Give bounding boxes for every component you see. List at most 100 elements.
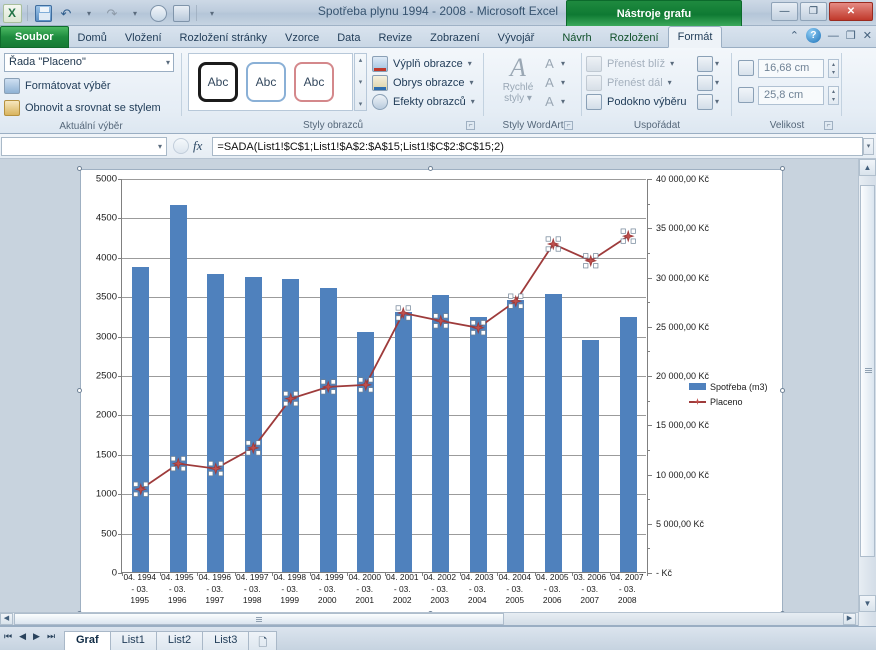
insert-function-icon[interactable]: fx <box>193 138 206 154</box>
bring-forward-button[interactable]: Přenést blíž ▾ <box>586 54 687 73</box>
scroll-right-icon[interactable]: ▶ <box>843 613 856 625</box>
group-button[interactable]: ▾ <box>697 73 719 92</box>
new-sheet-icon[interactable]: 🗋 <box>248 631 278 650</box>
chevron-down-icon[interactable]: ▾ <box>715 78 719 87</box>
legend-item-placeno[interactable]: Placeno <box>689 394 768 409</box>
more-styles-icon[interactable]: ▾ <box>359 100 363 108</box>
shape-styles-gallery[interactable]: Abc Abc Abc <box>188 53 353 111</box>
name-box[interactable]: ▾ <box>1 136 167 156</box>
resize-handle-w[interactable] <box>77 388 82 393</box>
chart-element-selector[interactable]: Řada "Placeno" ▾ <box>4 53 174 72</box>
shape-outline-button[interactable]: Obrys obrazce ▾ <box>372 73 475 92</box>
scroll-down-icon[interactable]: ▾ <box>359 78 363 86</box>
window-close-icon[interactable]: ✕ <box>863 29 872 42</box>
scroll-up-icon[interactable]: ▲ <box>859 159 876 176</box>
chart-line-series[interactable] <box>122 179 647 573</box>
wordart-dialog-launcher[interactable]: ⌐ <box>564 121 573 130</box>
legend-item-spotreba[interactable]: Spotřeba (m3) <box>689 379 768 394</box>
chevron-down-icon[interactable]: ▾ <box>561 97 565 106</box>
resize-handle-n[interactable] <box>428 166 433 171</box>
send-backward-button[interactable]: Přenést dál ▾ <box>586 73 687 92</box>
sheet-tab-list2[interactable]: List2 <box>155 631 204 650</box>
tab-soubor[interactable]: Soubor <box>0 26 69 48</box>
vertical-scroll-thumb[interactable] <box>860 185 875 557</box>
chevron-down-icon[interactable]: ▾ <box>468 59 472 68</box>
shape-height-stepper[interactable]: ▴ ▾ <box>828 58 839 78</box>
wordart-quick-styles-button[interactable]: A Rychlé styly ▾ <box>497 54 539 105</box>
vertical-scrollbar[interactable]: ▲ ▼ <box>858 159 876 626</box>
tab-rozlozeni[interactable]: Rozložení <box>601 27 668 48</box>
chevron-down-icon[interactable]: ▾ <box>471 97 475 106</box>
shape-fill-button[interactable]: Výplň obrazce ▾ <box>372 54 475 73</box>
resize-handle-nw[interactable] <box>77 166 82 171</box>
chevron-down-icon[interactable]: ▾ <box>470 78 474 87</box>
shape-effects-button[interactable]: Efekty obrazců ▾ <box>372 92 475 111</box>
minimize-ribbon-icon[interactable]: ⌃ <box>790 29 799 42</box>
last-sheet-icon[interactable]: ⏭ <box>47 631 55 642</box>
minimize-button[interactable]: — <box>771 2 798 21</box>
tab-zobrazeni[interactable]: Zobrazení <box>421 27 489 48</box>
shape-height-input[interactable]: 16,68 cm <box>758 58 824 78</box>
chevron-down-icon[interactable]: ▾ <box>561 59 565 68</box>
shape-styles-scroll[interactable]: ▴ ▾ ▾ <box>354 53 367 111</box>
spin-down-icon[interactable]: ▾ <box>832 96 835 103</box>
close-button[interactable]: ✕ <box>829 2 873 21</box>
shape-style-preview-2[interactable]: Abc <box>246 62 286 102</box>
spin-up-icon[interactable]: ▴ <box>832 61 835 68</box>
text-effects-button[interactable]: A ▾ <box>541 92 565 111</box>
scroll-up-icon[interactable]: ▴ <box>359 56 363 64</box>
tab-navrh[interactable]: Návrh <box>553 27 600 48</box>
text-outline-button[interactable]: A ▾ <box>541 73 565 92</box>
spin-down-icon[interactable]: ▾ <box>832 69 835 76</box>
window-restore-icon[interactable]: ❐ <box>846 29 856 42</box>
resize-handle-e[interactable] <box>780 388 785 393</box>
shape-width-input[interactable]: 25,8 cm <box>758 85 824 105</box>
help-icon[interactable]: ? <box>805 28 821 43</box>
tab-data[interactable]: Data <box>328 27 369 48</box>
sheet-tab-list1[interactable]: List1 <box>109 631 157 650</box>
size-dialog-launcher[interactable]: ⌐ <box>824 121 833 130</box>
align-button[interactable]: ▾ <box>697 54 719 73</box>
chart-legend[interactable]: Spotřeba (m3) Placeno <box>689 379 768 409</box>
spin-up-icon[interactable]: ▴ <box>832 88 835 95</box>
horizontal-scrollbar[interactable]: ◀ ▶ <box>0 612 876 625</box>
shape-style-preview-3[interactable]: Abc <box>294 62 334 102</box>
selection-pane-button[interactable]: Podokno výběru <box>586 92 687 111</box>
text-fill-button[interactable]: A ▾ <box>541 54 565 73</box>
scroll-left-icon[interactable]: ◀ <box>0 613 13 625</box>
formula-input[interactable]: =SADA(List1!$C$1;List1!$A$2:$A$15;List1!… <box>212 136 863 156</box>
chevron-down-icon[interactable]: ▾ <box>158 142 162 151</box>
tab-rozlozeni-stranky[interactable]: Rozložení stránky <box>171 27 276 48</box>
first-sheet-icon[interactable]: ⏮ <box>4 631 12 642</box>
tab-format[interactable]: Formát <box>667 26 723 48</box>
horizontal-scroll-thumb[interactable] <box>14 613 504 625</box>
chevron-down-icon[interactable]: ▾ <box>715 97 719 106</box>
reset-to-match-style-button[interactable]: Obnovit a srovnat se stylem <box>4 98 161 118</box>
scroll-down-icon[interactable]: ▼ <box>859 595 876 612</box>
next-sheet-icon[interactable]: ▶ <box>33 631 40 642</box>
shape-styles-dialog-launcher[interactable]: ⌐ <box>466 121 475 130</box>
sheet-tab-graf[interactable]: Graf <box>64 631 111 650</box>
format-selection-button[interactable]: Formátovat výběr <box>4 76 111 96</box>
tab-revize[interactable]: Revize <box>369 27 421 48</box>
tab-vzorce[interactable]: Vzorce <box>276 27 328 48</box>
shape-width-stepper[interactable]: ▴ ▾ <box>828 85 839 105</box>
resize-handle-ne[interactable] <box>780 166 785 171</box>
worksheet-canvas[interactable]: 0 500 1000 1500 2000 2500 3000 3500 4000 4500 5000… <box>0 159 858 616</box>
chevron-down-icon[interactable]: ▾ <box>715 59 719 68</box>
tab-domu[interactable]: Domů <box>69 27 116 48</box>
shape-style-preview-1[interactable]: Abc <box>198 62 238 102</box>
restore-button[interactable]: ❐ <box>800 2 827 21</box>
tab-vyvojar[interactable]: Vývojář <box>489 27 544 48</box>
chevron-down-icon[interactable]: ▾ <box>668 78 672 87</box>
rotate-button[interactable]: ▾ <box>697 92 719 111</box>
chart-object[interactable]: 0 500 1000 1500 2000 2500 3000 3500 4000 4500 5000… <box>80 169 783 614</box>
cancel-formula-icon[interactable] <box>173 138 189 154</box>
chevron-down-icon[interactable]: ▾ <box>670 59 674 68</box>
expand-formula-bar-icon[interactable]: ▾ <box>863 138 874 155</box>
chart-plot-area[interactable]: 0 500 1000 1500 2000 2500 3000 3500 4000 4500 5000… <box>96 174 709 579</box>
tab-vlozeni[interactable]: Vložení <box>116 27 171 48</box>
chevron-down-icon[interactable]: ▾ <box>561 78 565 87</box>
window-minimize-icon[interactable]: — <box>828 30 839 42</box>
sheet-tab-list3[interactable]: List3 <box>202 631 250 650</box>
